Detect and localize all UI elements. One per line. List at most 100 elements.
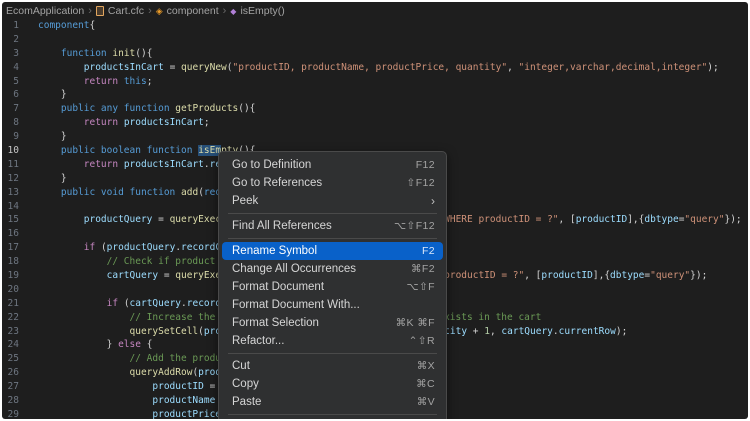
menu-item-label: Paste <box>232 396 417 408</box>
line-number: 27 <box>2 380 19 394</box>
line-number: 12 <box>2 172 19 186</box>
breadcrumb-separator: › <box>88 5 92 17</box>
code-text: } <box>38 172 67 186</box>
menu-separator <box>228 238 437 239</box>
menu-item-shortcut: ⌘F2 <box>411 263 435 275</box>
line-number: 24 <box>2 338 19 352</box>
menu-item-label: Peek <box>232 195 431 207</box>
menu-item-shortcut: ⌘C <box>416 378 435 390</box>
menu-item-go-to-definition[interactable]: Go to DefinitionF12 <box>222 156 443 174</box>
editor-window: EcomApplication › Cart.cfc › component › isEmp… <box>2 2 748 419</box>
line-number: 16 <box>2 227 19 241</box>
menu-item-format-document[interactable]: Format Document⌥⇧F <box>222 278 443 296</box>
menu-item-find-all-references[interactable]: Find All References⌥⇧F12 <box>222 217 443 235</box>
code-text: function init(){ <box>38 47 152 61</box>
line-number: 9 <box>2 130 19 144</box>
code-line: 2 <box>2 33 748 47</box>
class-icon <box>156 5 163 17</box>
line-number: 10 <box>2 144 19 158</box>
menu-item-shortcut: ⌘X <box>417 360 435 372</box>
code-line: 5 return this; <box>2 75 748 89</box>
line-number: 1 <box>2 19 19 33</box>
menu-item-paste[interactable]: Paste⌘V <box>222 393 443 411</box>
menu-item-shortcut: ⌘K ⌘F <box>396 317 435 329</box>
breadcrumb-label: component <box>167 5 219 17</box>
menu-item-copy[interactable]: Copy⌘C <box>222 375 443 393</box>
menu-item-rename-symbol[interactable]: Rename SymbolF2 <box>222 242 443 260</box>
menu-item-format-selection[interactable]: Format Selection⌘K ⌘F <box>222 314 443 332</box>
line-number: 26 <box>2 366 19 380</box>
breadcrumb-item-component[interactable]: component <box>156 5 219 17</box>
menu-item-peek[interactable]: Peek› <box>222 192 443 210</box>
menu-item-label: Format Document <box>232 281 406 293</box>
breadcrumb-separator: › <box>223 5 227 17</box>
menu-item-label: Rename Symbol <box>232 245 422 257</box>
menu-item-shortcut: ⌘V <box>417 396 435 408</box>
menu-item-shortcut: F12 <box>416 159 435 171</box>
menu-item-label: Go to Definition <box>232 159 416 171</box>
breadcrumb-label: Cart.cfc <box>108 5 144 17</box>
line-number: 3 <box>2 47 19 61</box>
context-menu: Go to DefinitionF12Go to References⇧F12P… <box>218 151 447 419</box>
code-line: 3 function init(){ <box>2 47 748 61</box>
line-number: 21 <box>2 297 19 311</box>
code-line: 6 } <box>2 88 748 102</box>
line-number: 14 <box>2 200 19 214</box>
menu-item-toggle-cf-comment[interactable]: Toggle CF comment⌥⇧A <box>222 418 443 419</box>
breadcrumb: EcomApplication › Cart.cfc › component › isEmp… <box>2 2 748 19</box>
menu-separator <box>228 353 437 354</box>
breadcrumb-item-isempty[interactable]: isEmpty() <box>230 5 285 17</box>
line-number: 19 <box>2 269 19 283</box>
code-text: return productsInCart; <box>38 116 210 130</box>
line-number: 6 <box>2 88 19 102</box>
line-number: 2 <box>2 33 19 47</box>
line-number: 17 <box>2 241 19 255</box>
line-number: 8 <box>2 116 19 130</box>
code-line: 8 return productsInCart; <box>2 116 748 130</box>
menu-item-go-to-references[interactable]: Go to References⇧F12 <box>222 174 443 192</box>
menu-item-label: Go to References <box>232 177 407 189</box>
code-line: 4 productsInCart = queryNew("productID, … <box>2 61 748 75</box>
line-number: 23 <box>2 325 19 339</box>
line-number: 18 <box>2 255 19 269</box>
code-text: return this; <box>38 75 152 89</box>
code-line: 1component{ <box>2 19 748 33</box>
menu-item-shortcut: F2 <box>422 245 435 257</box>
cfc-file-icon <box>96 6 104 16</box>
line-number: 11 <box>2 158 19 172</box>
menu-separator <box>228 414 437 415</box>
menu-item-shortcut: ⌥⇧F12 <box>394 220 435 232</box>
code-line: 9 } <box>2 130 748 144</box>
menu-item-label: Copy <box>232 378 416 390</box>
line-number: 13 <box>2 186 19 200</box>
menu-item-cut[interactable]: Cut⌘X <box>222 357 443 375</box>
menu-item-shortcut: ⌥⇧F <box>406 281 435 293</box>
menu-item-label: Format Selection <box>232 317 396 329</box>
line-number: 4 <box>2 61 19 75</box>
menu-item-refactor[interactable]: Refactor...⌃⇧R <box>222 332 443 350</box>
code-text: productsInCart = queryNew("productID, pr… <box>38 61 719 75</box>
breadcrumb-separator: › <box>148 5 152 17</box>
menu-separator <box>228 213 437 214</box>
breadcrumb-label: isEmpty() <box>240 5 284 17</box>
menu-item-label: Refactor... <box>232 335 409 347</box>
breadcrumb-item-cart-cfc[interactable]: Cart.cfc <box>96 5 144 17</box>
code-text: } <box>38 88 67 102</box>
code-text: public any function getProducts(){ <box>38 102 255 116</box>
menu-item-label: Format Document With... <box>232 299 435 311</box>
menu-item-change-all-occurrences[interactable]: Change All Occurrences⌘F2 <box>222 260 443 278</box>
line-number: 20 <box>2 283 19 297</box>
breadcrumb-label: EcomApplication <box>6 5 84 17</box>
method-icon <box>230 5 236 17</box>
menu-item-format-document-with[interactable]: Format Document With... <box>222 296 443 314</box>
menu-item-label: Cut <box>232 360 417 372</box>
code-text: } else { <box>38 338 152 352</box>
breadcrumb-item-ecomapplication[interactable]: EcomApplication <box>6 5 84 17</box>
line-number: 28 <box>2 394 19 408</box>
menu-item-shortcut: ⌃⇧R <box>409 335 435 347</box>
line-number: 5 <box>2 75 19 89</box>
menu-item-shortcut: ⇧F12 <box>407 177 436 189</box>
submenu-chevron-icon: › <box>431 194 435 208</box>
line-number: 15 <box>2 213 19 227</box>
line-number: 22 <box>2 311 19 325</box>
